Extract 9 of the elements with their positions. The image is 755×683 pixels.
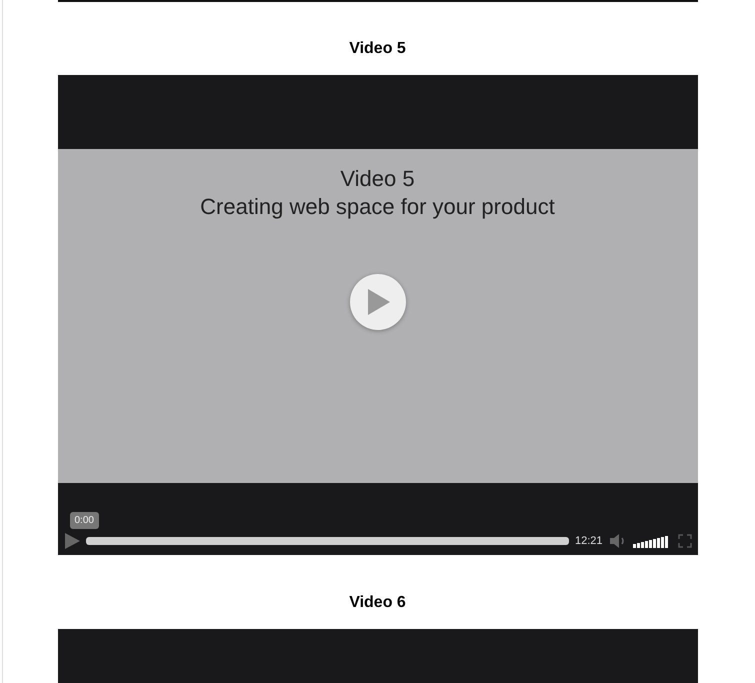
duration-text: 12:21: [574, 534, 602, 549]
video-heading: Video 6: [348, 593, 407, 612]
video-heading: Video 5: [348, 39, 407, 58]
video-subtitle: Creating web space for your product: [200, 192, 555, 220]
video-title: Video 5: [340, 165, 415, 193]
volume-slider[interactable]: [632, 534, 668, 548]
time-tooltip: 0:00: [70, 512, 99, 530]
seek-bar[interactable]: [86, 537, 569, 546]
play-button[interactable]: [350, 274, 406, 330]
